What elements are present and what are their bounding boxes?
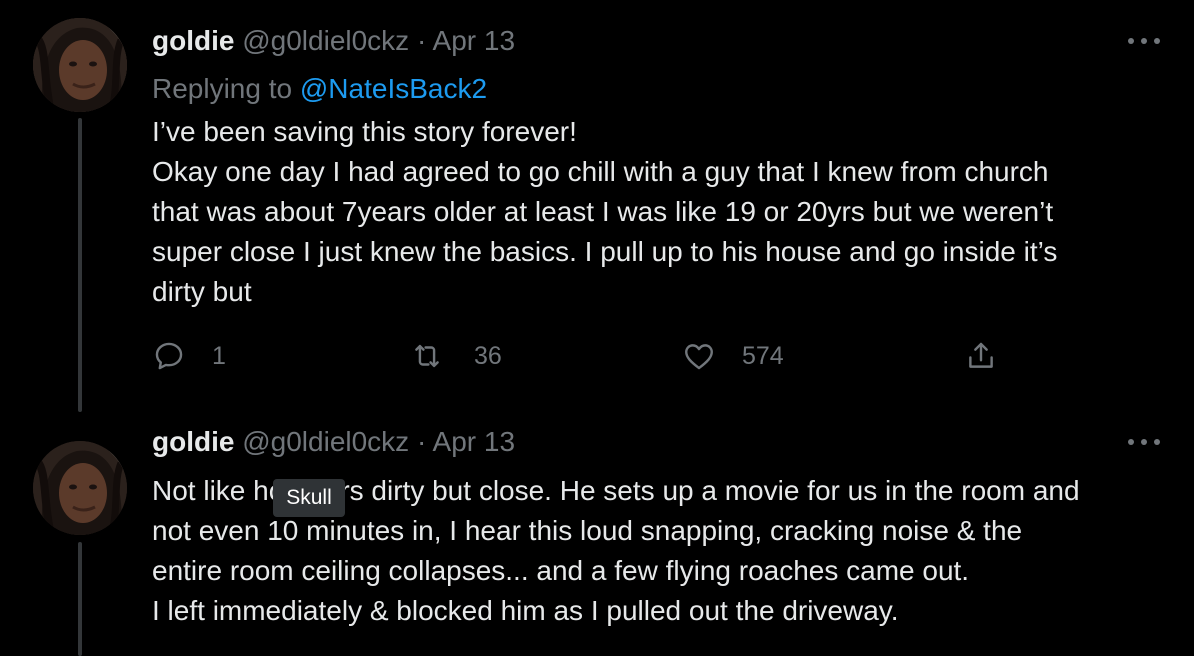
replying-to: Replying to @NateIsBack2 [152, 72, 487, 106]
author-handle[interactable]: @g0ldiel0ckz [242, 25, 409, 56]
tweet-text-line: I’ve been saving this story forever! [152, 116, 577, 147]
thread-line [78, 542, 82, 656]
tweet-text-line: that was about 7years older at least I w… [152, 196, 1054, 227]
tweet-date[interactable]: Apr 13 [433, 426, 516, 457]
separator: · [416, 25, 427, 56]
reply-count: 1 [212, 341, 226, 370]
tweet[interactable]: goldie @g0ldiel0ckz · Apr 13 Not like ho… [0, 420, 1194, 656]
author-name[interactable]: goldie [152, 426, 234, 457]
tweet-header: goldie @g0ldiel0ckz · Apr 13 [152, 24, 515, 58]
replying-label: Replying to [152, 73, 293, 104]
reply-button[interactable]: 1 [152, 333, 226, 379]
retweet-count: 36 [474, 341, 502, 370]
tweet-text: I’ve been saving this story forever! Oka… [152, 112, 1172, 312]
emoji-tooltip: Skull [273, 479, 345, 517]
avatar-image [33, 441, 127, 535]
tweet-text-line: not even 10 minutes in, I hear this loud… [152, 515, 1023, 546]
like-button[interactable]: 574 [682, 333, 784, 379]
mention-link[interactable]: @NateIsBack2 [300, 73, 487, 104]
avatar[interactable] [33, 18, 127, 112]
share-icon [969, 342, 993, 368]
more-icon[interactable] [1128, 435, 1160, 449]
author-name[interactable]: goldie [152, 25, 234, 56]
thread-line [78, 118, 82, 412]
tweet-text-line: dirty but [152, 276, 252, 307]
avatar-image [33, 18, 127, 112]
tweet-text-line: super close I just knew the basics. I pu… [152, 236, 1058, 267]
share-button[interactable] [964, 333, 998, 379]
tweet-text-line: entire room ceiling collapses... and a f… [152, 555, 970, 586]
tweet-text-line: Okay one day I had agreed to go chill wi… [152, 156, 1049, 187]
heart-icon [685, 344, 713, 370]
author-handle[interactable]: @g0ldiel0ckz [242, 426, 409, 457]
tweet[interactable]: goldie @g0ldiel0ckz · Apr 13 Replying to… [0, 0, 1194, 420]
more-icon[interactable] [1128, 34, 1160, 48]
retweet-icon [415, 344, 439, 368]
tweet-date[interactable]: Apr 13 [433, 25, 516, 56]
tweet-actions: 1 36 574 [152, 333, 1032, 379]
retweet-button[interactable]: 36 [410, 333, 502, 379]
tweet-header: goldie @g0ldiel0ckz · Apr 13 [152, 425, 515, 459]
avatar[interactable] [33, 441, 127, 535]
like-count: 574 [742, 341, 784, 370]
tweet-text-line: I left immediately & blocked him as I pu… [152, 595, 899, 626]
reply-icon [155, 342, 183, 370]
separator: · [416, 426, 427, 457]
